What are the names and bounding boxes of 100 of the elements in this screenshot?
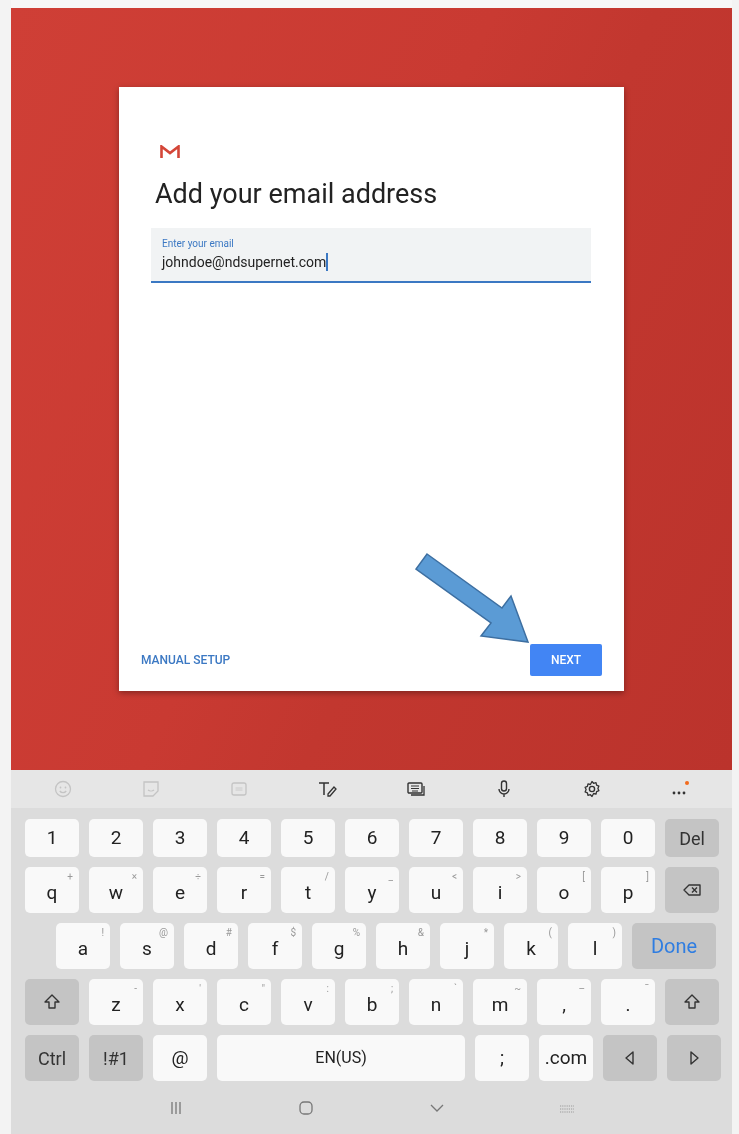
- keyboard-key[interactable]: .com: [539, 1035, 593, 1081]
- keyboard-key[interactable]: 1: [25, 819, 79, 857]
- keyboard-key[interactable]: e ÷: [153, 867, 207, 913]
- keyboard-icon[interactable]: [405, 779, 426, 799]
- key-label: e: [174, 879, 186, 906]
- keyboard-key[interactable]: d #: [184, 923, 238, 969]
- key-label: q: [46, 879, 58, 906]
- key-label: w: [108, 879, 124, 906]
- keyboard-key[interactable]: 2: [89, 819, 143, 857]
- keyboard-key[interactable]: z -: [89, 979, 143, 1025]
- keyboard-key[interactable]: b ;: [345, 979, 399, 1025]
- shift-key[interactable]: [665, 979, 719, 1025]
- key-hint: +: [67, 870, 73, 884]
- key-hint: ): [612, 926, 616, 940]
- keyboard-key[interactable]: . ¯: [601, 979, 655, 1025]
- key-hint: -: [134, 982, 137, 996]
- key-label: l: [592, 935, 598, 962]
- key-hint: /: [324, 870, 329, 884]
- key-label: z: [111, 991, 121, 1018]
- key-label: d: [205, 935, 217, 962]
- keyboard-key[interactable]: h &: [376, 923, 430, 969]
- key-label: r: [240, 879, 248, 906]
- space-key[interactable]: EN(US): [217, 1035, 465, 1081]
- shift-icon: [42, 992, 62, 1012]
- keyboard-key[interactable]: t /: [281, 867, 335, 913]
- key-label: a: [77, 935, 89, 962]
- key-hint: :: [326, 982, 329, 996]
- shift-key[interactable]: [25, 979, 79, 1025]
- backspace-key[interactable]: [665, 867, 719, 913]
- keyboard-key[interactable]: 7: [409, 819, 463, 857]
- keyboard-key[interactable]: @: [153, 1035, 207, 1081]
- key-hint: _: [388, 870, 393, 884]
- keyboard-key[interactable]: k (: [504, 923, 558, 969]
- key-hint: ÷: [195, 870, 201, 884]
- keyboard-key[interactable]: !#1: [89, 1035, 143, 1081]
- keyboard-key[interactable]: q +: [25, 867, 79, 913]
- key-hint: &: [417, 926, 424, 940]
- right-triangle-key[interactable]: [667, 1035, 721, 1081]
- key-hint: >: [515, 870, 521, 884]
- key-label: s: [142, 935, 152, 962]
- keyboard-key[interactable]: c ": [217, 979, 271, 1025]
- keyboard-key[interactable]: p ]: [601, 867, 655, 913]
- keyboard-key[interactable]: 6: [345, 819, 399, 857]
- keyboard-key[interactable]: u <: [409, 867, 463, 913]
- key-label: o: [558, 879, 570, 906]
- key-label: p: [622, 879, 634, 906]
- key-label: j: [464, 935, 470, 962]
- keyboard-key[interactable]: l ): [568, 923, 622, 969]
- dialog-title: Add your email address: [155, 178, 438, 210]
- keyboard-key[interactable]: y _: [345, 867, 399, 913]
- keyboard-key[interactable]: x ': [153, 979, 207, 1025]
- key-hint: =: [259, 870, 265, 884]
- keyboard-key[interactable]: 4: [217, 819, 271, 857]
- keyboard-key[interactable]: m ~: [473, 979, 527, 1025]
- settings-icon[interactable]: [581, 779, 602, 799]
- keyboard-key[interactable]: f $: [248, 923, 302, 969]
- keyboard-key[interactable]: i >: [473, 867, 527, 913]
- key-hint: ": [261, 982, 265, 996]
- key-hint: <: [451, 870, 457, 884]
- keyboard-key[interactable]: 3: [153, 819, 207, 857]
- keyboard-key[interactable]: j *: [440, 923, 494, 969]
- email-field[interactable]: Enter your email johndoe@ndsupernet.com: [151, 228, 591, 283]
- key-hint: ;: [390, 982, 393, 996]
- key-label: u: [430, 879, 442, 906]
- key-label: b: [366, 991, 378, 1018]
- keyboard-key[interactable]: a !: [56, 923, 110, 969]
- key-hint: ]: [646, 870, 649, 884]
- key-hint: –: [578, 982, 585, 996]
- key-label: x: [175, 991, 185, 1018]
- key-label: ,: [562, 991, 566, 1018]
- keyboard-key[interactable]: 0: [601, 819, 655, 857]
- key-label: f: [271, 935, 279, 962]
- key-hint: ~: [514, 982, 521, 996]
- key-label: g: [333, 935, 345, 962]
- keyboard-key[interactable]: v :: [281, 979, 335, 1025]
- keyboard-key[interactable]: o [: [537, 867, 591, 913]
- keyboard-key[interactable]: n `: [409, 979, 463, 1025]
- key-label: .: [625, 991, 631, 1018]
- keyboard-key[interactable]: w ×: [89, 867, 143, 913]
- keyboard-key[interactable]: 5: [281, 819, 335, 857]
- key-hint: ¯: [644, 982, 649, 996]
- keyboard-key[interactable]: 9: [537, 819, 591, 857]
- left-triangle-key[interactable]: [603, 1035, 657, 1081]
- key-label: m: [491, 991, 509, 1018]
- keyboard-key[interactable]: g %: [312, 923, 366, 969]
- key-hint: ': [199, 982, 201, 996]
- text-pen-icon[interactable]: [317, 779, 338, 799]
- shift-icon: [682, 992, 702, 1012]
- manual-setup-link[interactable]: MANUAL SETUP: [141, 651, 231, 669]
- keyboard-key[interactable]: , –: [537, 979, 591, 1025]
- key-label: y: [367, 879, 377, 906]
- next-button[interactable]: NEXT: [530, 644, 602, 676]
- key-label: h: [397, 935, 409, 962]
- keyboard-key[interactable]: ;: [475, 1035, 529, 1081]
- key-label: n: [430, 991, 442, 1018]
- keyboard-key[interactable]: Ctrl: [25, 1035, 79, 1081]
- keyboard-key[interactable]: Del: [665, 819, 719, 857]
- keyboard-key[interactable]: r =: [217, 867, 271, 913]
- keyboard-key[interactable]: s @: [120, 923, 174, 969]
- keyboard-key[interactable]: 8: [473, 819, 527, 857]
